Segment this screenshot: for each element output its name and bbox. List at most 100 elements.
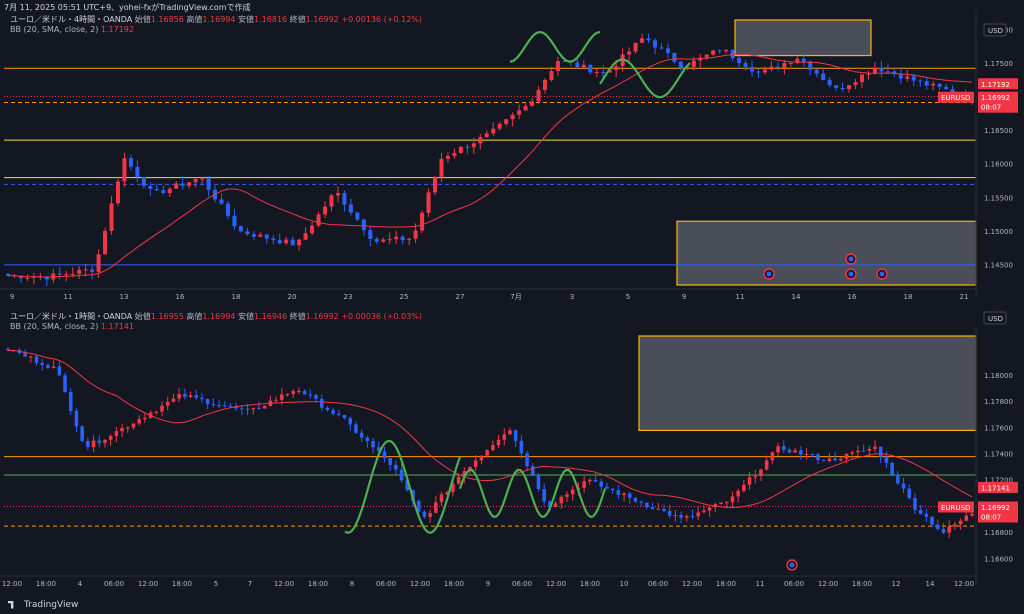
time-tick: 9 bbox=[10, 293, 14, 301]
candle-body bbox=[793, 450, 797, 453]
wave-drawing bbox=[509, 30, 601, 63]
pane2-bb-legend[interactable]: BB (20, SMA, close, 2) 1.17141 bbox=[10, 322, 134, 331]
candle-body bbox=[525, 453, 529, 467]
candle-body bbox=[411, 490, 415, 501]
candle-body bbox=[108, 435, 113, 440]
candle-body bbox=[853, 82, 858, 86]
candle-body bbox=[510, 114, 515, 120]
candle-body bbox=[228, 405, 233, 407]
candle-body bbox=[918, 509, 923, 514]
bb-basis-line bbox=[7, 53, 973, 278]
candle-body bbox=[652, 40, 657, 48]
candle-body bbox=[685, 515, 689, 518]
candle-body bbox=[827, 80, 832, 86]
candle-body bbox=[251, 234, 256, 237]
candle-body bbox=[719, 502, 723, 505]
pane2-legend: ユーロ／米ドル・1時間・OANDA 始値1.16955 高値1.16994 安値… bbox=[10, 311, 422, 322]
candle-body bbox=[90, 269, 95, 272]
candle-body bbox=[775, 66, 780, 68]
symbol-badge-text: EURUSD bbox=[941, 504, 970, 512]
pane2-symbol[interactable]: ユーロ／米ドル・1時間・OANDA bbox=[10, 312, 132, 321]
candle-body bbox=[64, 274, 69, 276]
candle-body bbox=[468, 466, 472, 472]
candle-body bbox=[310, 225, 315, 234]
pane1-4h-chart[interactable]: 1.18000 1.17500 1.17000 1.16500 1.16000 1.155… bbox=[0, 12, 1018, 301]
candle-body bbox=[465, 146, 470, 148]
candle-body bbox=[747, 477, 752, 485]
candle-body bbox=[297, 390, 301, 392]
candle-body bbox=[861, 450, 866, 452]
pane2-open-label: 始値 bbox=[134, 312, 151, 321]
time-tick: 18:00 bbox=[36, 580, 56, 588]
symbol-badge-text: EURUSD bbox=[941, 94, 970, 102]
time-tick: 12:00 bbox=[818, 580, 838, 588]
price-badge bbox=[978, 91, 1018, 113]
candle-body bbox=[513, 430, 518, 441]
candle-body bbox=[782, 63, 787, 68]
candle-body bbox=[594, 72, 599, 74]
candle-body bbox=[679, 515, 683, 518]
pane1-close: 1.16992 bbox=[305, 15, 339, 24]
candle-body bbox=[730, 49, 735, 59]
candle-body bbox=[331, 409, 335, 414]
bb-price-badge bbox=[978, 481, 1018, 493]
event-flag-icon bbox=[848, 256, 854, 262]
candle-body bbox=[382, 451, 387, 459]
candle-body bbox=[698, 57, 703, 61]
candle-body bbox=[38, 276, 43, 278]
footer-brand: TradingView bbox=[24, 600, 79, 610]
currency-label: USD bbox=[988, 27, 1003, 35]
candle-body bbox=[342, 193, 347, 205]
candle-body bbox=[659, 47, 664, 49]
currency-button bbox=[983, 23, 1007, 37]
candle-body bbox=[673, 515, 678, 517]
candle-body bbox=[616, 490, 621, 496]
price-tick: 1.15000 bbox=[984, 228, 1013, 236]
candle-body bbox=[808, 61, 813, 70]
pane2-1h-chart[interactable]: 1.18000 1.17800 1.17600 1.17400 1.17200 1.170… bbox=[0, 311, 1018, 588]
zone-box bbox=[638, 335, 977, 432]
candle-body bbox=[422, 511, 427, 517]
candle-body bbox=[582, 481, 586, 488]
candle-body bbox=[234, 406, 238, 409]
candle-body bbox=[11, 350, 16, 352]
candle-body bbox=[420, 212, 425, 231]
candle-body bbox=[80, 426, 84, 442]
time-tick: 23 bbox=[344, 293, 353, 301]
candle-body bbox=[337, 413, 341, 416]
candle-body bbox=[645, 502, 649, 508]
time-tick: 4 bbox=[78, 580, 83, 588]
pane1-symbol[interactable]: ユーロ／米ドル・4時間・OANDA bbox=[10, 15, 132, 24]
pane2-low: 1.16946 bbox=[254, 312, 288, 321]
candle-body bbox=[497, 123, 502, 129]
candle-body bbox=[174, 183, 179, 189]
candle-body bbox=[879, 67, 884, 72]
candle-body bbox=[323, 206, 328, 215]
price-tick: 1.17600 bbox=[984, 424, 1013, 432]
candle-body bbox=[238, 226, 243, 232]
candle-body bbox=[308, 394, 313, 396]
candle-body bbox=[428, 512, 432, 517]
countdown-text: 08:07 bbox=[981, 513, 1001, 521]
pane1-open: 1.16856 bbox=[150, 15, 184, 24]
candle-body bbox=[937, 83, 942, 87]
candle-body bbox=[742, 484, 746, 491]
time-tick: 25 bbox=[400, 293, 409, 301]
time-tick: 18:00 bbox=[852, 580, 872, 588]
time-tick: 8 bbox=[350, 580, 354, 588]
candle-body bbox=[491, 128, 496, 134]
candle-body bbox=[555, 61, 560, 72]
candle-body bbox=[553, 503, 558, 507]
candle-body bbox=[290, 239, 295, 246]
candle-body bbox=[713, 504, 718, 508]
time-tick: 18:00 bbox=[580, 580, 600, 588]
candle-body bbox=[445, 155, 450, 159]
tradingview-logo[interactable]: TradingView bbox=[8, 600, 78, 610]
candle-body bbox=[685, 66, 690, 69]
candle-body bbox=[325, 407, 330, 410]
pane1-bb-legend[interactable]: BB (20, SMA, close, 2) 1.17192 bbox=[10, 25, 134, 34]
candle-body bbox=[200, 397, 204, 400]
candle-body bbox=[451, 483, 455, 493]
candle-body bbox=[70, 273, 75, 275]
candle-body bbox=[633, 42, 638, 52]
